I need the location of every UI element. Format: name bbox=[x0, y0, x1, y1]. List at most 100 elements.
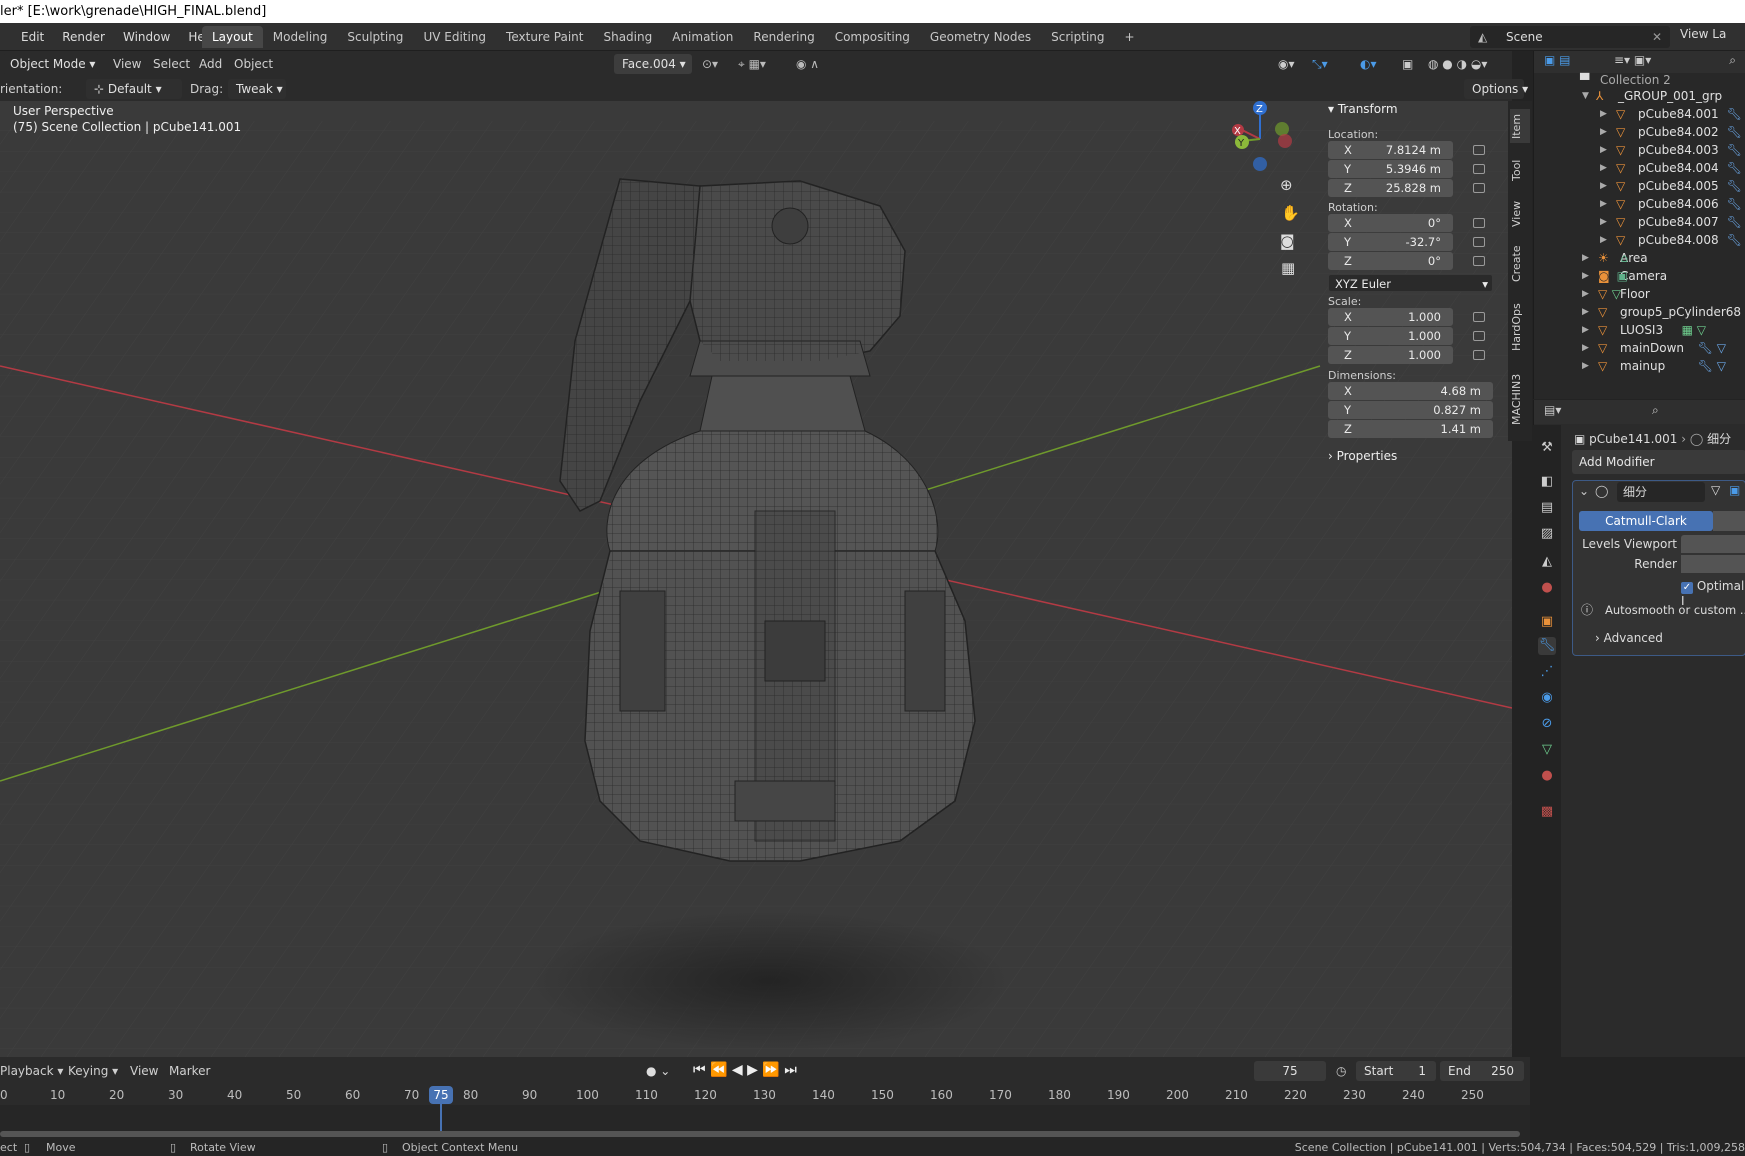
catmull-clark-button[interactable]: Catmull-Clark bbox=[1579, 511, 1713, 531]
menu-window[interactable]: Window bbox=[114, 28, 179, 46]
physics-icon[interactable]: ◉ bbox=[1538, 689, 1556, 707]
lock-icon[interactable] bbox=[1473, 145, 1485, 155]
simple-button[interactable] bbox=[1713, 511, 1745, 531]
visibility-icon[interactable]: ◉▾ bbox=[1278, 54, 1295, 74]
tab-shading[interactable]: Shading bbox=[593, 26, 662, 48]
snap-icon[interactable]: ⌖ ▦▾ bbox=[738, 54, 766, 74]
lock-icon[interactable] bbox=[1473, 183, 1485, 193]
list-item[interactable]: ▶ ▽ pCube84.001 🔧︎ bbox=[1534, 105, 1745, 123]
tab-sculpting[interactable]: Sculpting bbox=[337, 26, 413, 48]
levels-viewport-field[interactable] bbox=[1681, 535, 1745, 553]
tab-rendering[interactable]: Rendering bbox=[743, 26, 824, 48]
options-menu[interactable]: Options ▾ bbox=[1464, 79, 1528, 99]
view-menu[interactable]: View bbox=[113, 54, 141, 74]
scale-y-field[interactable]: Y 1.000 bbox=[1328, 327, 1453, 345]
menu-render[interactable]: Render bbox=[53, 28, 114, 46]
grid-view-icon[interactable]: ▦ bbox=[1281, 259, 1295, 277]
timeline-scrollbar[interactable] bbox=[0, 1131, 1520, 1137]
overlay-icon[interactable]: ◐▾ bbox=[1360, 54, 1377, 74]
hand-pan-icon[interactable]: ✋ bbox=[1281, 204, 1300, 222]
timeline-view-menu[interactable]: View bbox=[130, 1061, 158, 1081]
list-item[interactable]: ▶ ☀ Area ⌂ bbox=[1534, 249, 1745, 267]
keying-menu[interactable]: Keying ▾ bbox=[68, 1061, 118, 1081]
view-layer-label[interactable]: View La bbox=[1680, 27, 1726, 41]
3d-viewport[interactable]: User Perspective (75) Scene Collection |… bbox=[0, 101, 1512, 1057]
select-menu[interactable]: Select bbox=[153, 54, 190, 74]
list-item[interactable]: ▶ ▽ pCube84.005 🔧︎ bbox=[1534, 177, 1745, 195]
lock-icon[interactable] bbox=[1473, 256, 1485, 266]
view-layer-icon[interactable]: ▨ bbox=[1538, 525, 1556, 543]
list-item[interactable]: ▶ ▽ pCube84.006 🔧︎ bbox=[1534, 195, 1745, 213]
rotation-mode-select[interactable]: XYZ Euler ▾ bbox=[1328, 274, 1493, 292]
tab-layout[interactable]: Layout bbox=[202, 26, 263, 48]
search-icon[interactable]: ⌕ bbox=[1652, 403, 1659, 418]
add-menu[interactable]: Add bbox=[199, 54, 222, 74]
lock-icon[interactable] bbox=[1473, 164, 1485, 174]
rotation-z-field[interactable]: Z 0° bbox=[1328, 252, 1453, 270]
playback-menu[interactable]: Playback ▾ bbox=[0, 1061, 63, 1081]
proportional-icon[interactable]: ◉ ∧ bbox=[796, 54, 819, 74]
modifier-name-field[interactable]: 细分 bbox=[1617, 482, 1705, 502]
current-frame-indicator[interactable]: 75 bbox=[429, 1086, 453, 1104]
record-icon[interactable]: ● ⌄ bbox=[646, 1061, 670, 1081]
dimension-y-field[interactable]: Y 0.827 m bbox=[1328, 401, 1493, 419]
cage-icon[interactable]: ▣ bbox=[1729, 483, 1740, 497]
list-item[interactable]: ▶ ▽ pCube84.003 🔧︎ bbox=[1534, 141, 1745, 159]
output-icon[interactable]: ▤ bbox=[1538, 499, 1556, 517]
list-item[interactable]: ▶ ▽ pCube84.008 🔧︎ bbox=[1534, 231, 1745, 249]
list-item[interactable]: ▶ ▽ LUOSI3 ▦ ▽ bbox=[1534, 321, 1745, 339]
marker-menu[interactable]: Marker bbox=[169, 1061, 210, 1081]
rotation-x-field[interactable]: X 0° bbox=[1328, 214, 1453, 232]
tab-animation[interactable]: Animation bbox=[662, 26, 743, 48]
rotation-y-field[interactable]: Y -32.7° bbox=[1328, 233, 1453, 251]
close-icon[interactable]: ✕ bbox=[1652, 30, 1662, 44]
tab-scripting[interactable]: Scripting bbox=[1041, 26, 1114, 48]
list-item[interactable]: ▶ ▽ mainDown 🔧︎ ▽ bbox=[1534, 339, 1745, 357]
render-levels-field[interactable] bbox=[1681, 555, 1745, 573]
list-item[interactable]: ▶ ▽ group5_pCylinder68 bbox=[1534, 303, 1745, 321]
orientation-select[interactable]: ⊹ Default ▾ bbox=[86, 79, 182, 99]
modifier-wrench-icon[interactable]: 🔧︎ bbox=[1538, 637, 1556, 655]
clock-icon[interactable]: ◷ bbox=[1336, 1061, 1346, 1081]
lock-icon[interactable] bbox=[1473, 218, 1485, 228]
render-icon[interactable]: ◧ bbox=[1538, 473, 1556, 491]
advanced-section[interactable]: › Advanced bbox=[1595, 631, 1663, 645]
dimension-x-field[interactable]: X 4.68 m bbox=[1328, 382, 1493, 400]
list-item[interactable]: ▼ ⅄ _GROUP_001_grp bbox=[1534, 87, 1745, 105]
tab-uv-editing[interactable]: UV Editing bbox=[413, 26, 496, 48]
list-item[interactable]: ▶ ◙ Camera ▣ bbox=[1534, 267, 1745, 285]
menu-edit[interactable]: Edit bbox=[12, 28, 53, 46]
tab-modeling[interactable]: Modeling bbox=[263, 26, 338, 48]
tab-hardops[interactable]: HardOps bbox=[1510, 297, 1530, 357]
display-mode-icon[interactable]: ▣ ▤ bbox=[1544, 53, 1571, 67]
drag-select[interactable]: Tweak ▾ bbox=[228, 79, 286, 99]
current-frame-field[interactable]: 75 bbox=[1254, 1061, 1326, 1081]
scene-selector[interactable]: ◭ Scene ✕ bbox=[1470, 26, 1670, 48]
pivot-icon[interactable]: ⊙▾ bbox=[702, 54, 718, 74]
tab-create[interactable]: Create bbox=[1510, 241, 1530, 287]
filter-icon[interactable]: ≡▾ ▣▾ bbox=[1614, 53, 1651, 67]
tab-texture-paint[interactable]: Texture Paint bbox=[496, 26, 593, 48]
start-frame-field[interactable]: Start 1 bbox=[1356, 1061, 1436, 1081]
editor-type-icon[interactable]: ▤▾ bbox=[1544, 403, 1561, 417]
lock-icon[interactable] bbox=[1473, 331, 1485, 341]
xray-icon[interactable]: ▣ bbox=[1402, 54, 1413, 74]
list-item[interactable]: ▶ ▽ mainup 🔧︎ ▽ bbox=[1534, 357, 1745, 375]
playback-controls[interactable]: ⏮ ⏪ ◀ ▶ ⏩ ⏭ bbox=[693, 1060, 797, 1080]
location-z-field[interactable]: Z 25.828 m bbox=[1328, 179, 1453, 197]
scale-x-field[interactable]: X 1.000 bbox=[1328, 308, 1453, 326]
collapse-icon[interactable]: ⌄ bbox=[1579, 484, 1589, 498]
scale-z-field[interactable]: Z 1.000 bbox=[1328, 346, 1453, 364]
face-set-select[interactable]: Face.004 ▾ bbox=[614, 54, 692, 74]
particles-icon[interactable]: ⋰ bbox=[1538, 663, 1556, 681]
navigation-gizmo[interactable]: Z X Y bbox=[1222, 101, 1292, 181]
tab-machin3[interactable]: MACHIN3 bbox=[1510, 367, 1530, 431]
object-icon[interactable]: ▣ bbox=[1538, 613, 1556, 631]
object-menu[interactable]: Object bbox=[234, 54, 273, 74]
mesh-data-icon[interactable]: ▽ bbox=[1538, 741, 1556, 759]
location-x-field[interactable]: X 7.8124 m bbox=[1328, 141, 1453, 159]
list-item[interactable]: ▶ ▽ Floor ▽ bbox=[1534, 285, 1745, 303]
add-modifier-button[interactable]: Add Modifier bbox=[1572, 450, 1745, 474]
shading-modes-icon[interactable]: ◍ ● ◑ ◒▾ bbox=[1428, 54, 1487, 74]
constraints-icon[interactable]: ⊘ bbox=[1538, 715, 1556, 733]
